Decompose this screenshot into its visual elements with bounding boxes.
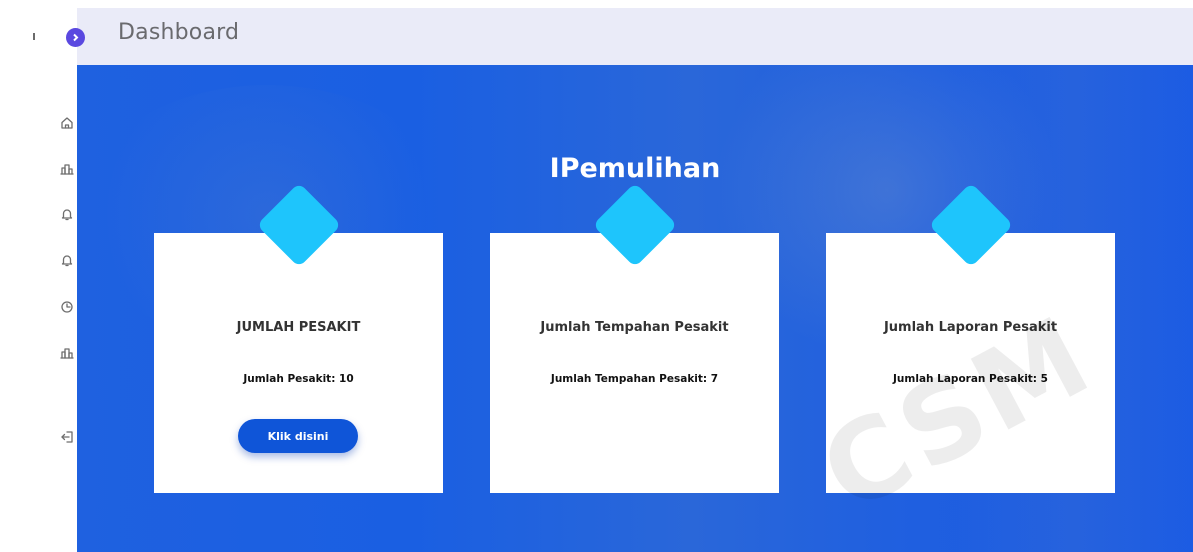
bell-icon[interactable]: [58, 251, 76, 269]
card-jumlah-tempahan: Jumlah Tempahan Pesakit Jumlah Tempahan …: [490, 233, 779, 493]
card-title: Jumlah Tempahan Pesakit: [540, 320, 729, 335]
bell-icon[interactable]: [58, 205, 76, 223]
card-jumlah-pesakit: JUMLAH PESAKIT Jumlah Pesakit: 10 Klik d…: [154, 233, 443, 493]
card-count: Jumlah Pesakit: 10: [243, 373, 354, 385]
clock-icon[interactable]: [58, 298, 76, 316]
card-title: Jumlah Laporan Pesakit: [883, 320, 1058, 335]
card-count: Jumlah Laporan Pesakit: 5: [893, 373, 1048, 385]
sidebar-toggle-button[interactable]: [66, 28, 85, 47]
chevron-right-icon: [73, 33, 79, 42]
klik-disini-button[interactable]: Klik disini: [238, 419, 358, 453]
home-icon[interactable]: [58, 114, 76, 132]
top-strip: [0, 0, 1193, 8]
chart-icon[interactable]: [58, 160, 76, 178]
logout-icon[interactable]: [58, 428, 76, 446]
sidebar: [0, 0, 77, 552]
topbar: [77, 8, 1193, 65]
card-jumlah-laporan: Jumlah Laporan Pesakit Jumlah Laporan Pe…: [826, 233, 1115, 493]
sidebar-handle[interactable]: [33, 33, 35, 40]
chart-icon[interactable]: [58, 344, 76, 362]
card-count: Jumlah Tempahan Pesakit: 7: [550, 373, 719, 385]
card-title: JUMLAH PESAKIT: [236, 320, 361, 335]
page-title: Dashboard: [118, 20, 240, 45]
hero-title: IPemulihan: [549, 153, 721, 184]
